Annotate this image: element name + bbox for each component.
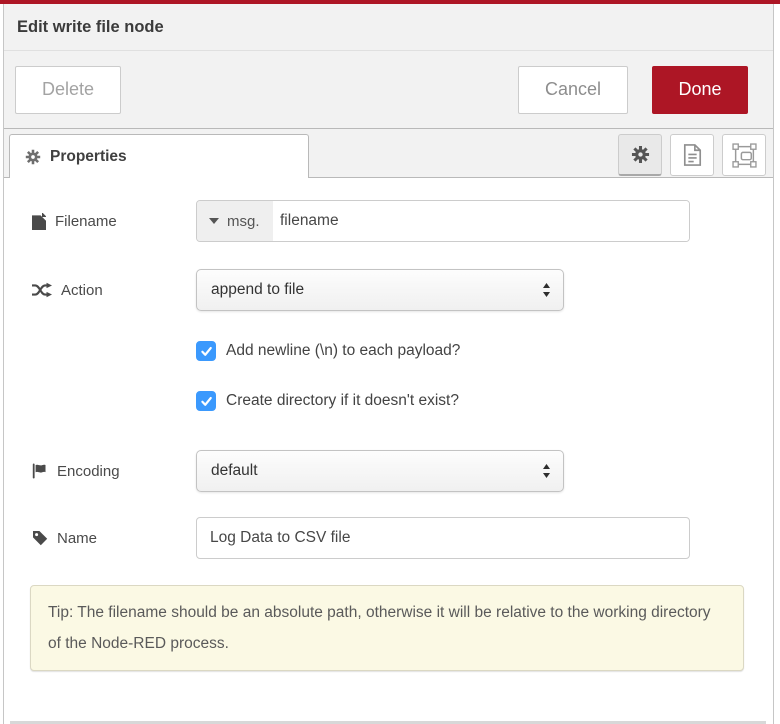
- name-row: Name: [32, 517, 748, 559]
- filename-label: Filename: [32, 213, 196, 230]
- name-label: Name: [32, 530, 196, 547]
- properties-icon-button[interactable]: [618, 134, 662, 176]
- encoding-select-value: default: [211, 462, 258, 480]
- filename-typed-input[interactable]: msg.: [196, 200, 690, 242]
- filename-input[interactable]: [273, 201, 689, 241]
- encoding-row: Encoding default: [32, 450, 748, 492]
- newline-checkbox[interactable]: [196, 341, 216, 361]
- shuffle-icon: [32, 282, 52, 298]
- action-label: Action: [32, 282, 196, 299]
- dialog-title: Edit write file node: [17, 18, 164, 37]
- edit-node-dialog: Edit write file node Delete Cancel Done …: [3, 4, 774, 724]
- chevron-down-icon: [209, 218, 219, 224]
- typed-input-type-button[interactable]: msg.: [197, 201, 273, 241]
- action-select-value: append to file: [211, 281, 304, 299]
- document-icon: [683, 143, 702, 167]
- tag-icon: [32, 530, 48, 546]
- action-label-text: Action: [61, 282, 103, 299]
- appearance-icon: [732, 143, 757, 168]
- name-input[interactable]: [196, 517, 690, 559]
- done-button[interactable]: Done: [652, 66, 748, 114]
- mkdir-checkbox-label[interactable]: Create directory if it doesn't exist?: [226, 392, 459, 410]
- select-arrows-icon: [542, 463, 551, 479]
- mkdir-checkbox-row: Create directory if it doesn't exist?: [196, 390, 748, 412]
- filename-label-text: Filename: [55, 213, 117, 230]
- filename-row: Filename msg.: [32, 200, 748, 242]
- tab-toolbar: [618, 134, 766, 176]
- typed-input-type-label: msg.: [227, 213, 260, 230]
- tab-properties-label: Properties: [50, 148, 127, 166]
- gear-icon: [631, 145, 650, 164]
- delete-button[interactable]: Delete: [15, 66, 121, 114]
- select-arrows-icon: [542, 282, 551, 298]
- properties-form: Filename msg.: [4, 178, 773, 671]
- mkdir-checkbox[interactable]: [196, 391, 216, 411]
- cancel-button[interactable]: Cancel: [518, 66, 628, 114]
- encoding-label-text: Encoding: [57, 463, 120, 480]
- appearance-icon-button[interactable]: [722, 134, 766, 176]
- description-icon-button[interactable]: [670, 134, 714, 176]
- form-tip: Tip: The filename should be an absolute …: [30, 585, 744, 671]
- dialog-button-bar: Delete Cancel Done: [4, 51, 773, 129]
- file-icon: [32, 213, 46, 230]
- flag-icon: [32, 463, 48, 479]
- action-select[interactable]: append to file: [196, 269, 564, 311]
- editor-top-red-bar: [0, 0, 780, 4]
- encoding-select[interactable]: default: [196, 450, 564, 492]
- newline-checkbox-label[interactable]: Add newline (\n) to each payload?: [226, 342, 460, 360]
- dialog-header: Edit write file node: [4, 4, 773, 51]
- newline-checkbox-row: Add newline (\n) to each payload?: [196, 340, 748, 362]
- tab-properties[interactable]: Properties: [9, 134, 309, 178]
- action-row: Action append to file: [32, 269, 748, 311]
- name-label-text: Name: [57, 530, 97, 547]
- encoding-label: Encoding: [32, 463, 196, 480]
- gear-icon: [25, 149, 41, 165]
- tab-bar: Properties: [4, 129, 773, 178]
